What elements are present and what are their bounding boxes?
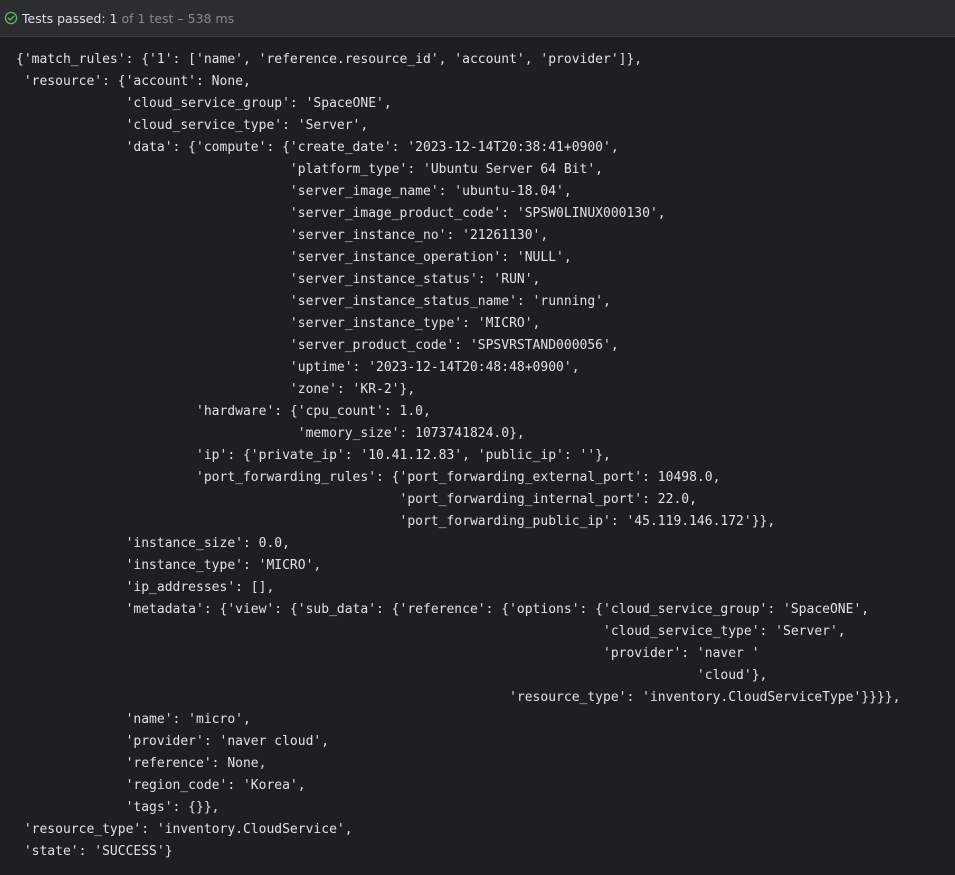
output-line: 'provider': 'naver ' bbox=[16, 646, 760, 661]
output-line: 'tags': {}}, bbox=[16, 800, 220, 815]
output-line: 'server_instance_operation': 'NULL', bbox=[16, 250, 572, 265]
output-line: 'server_image_name': 'ubuntu-18.04', bbox=[16, 184, 572, 199]
output-line: 'region_code': 'Korea', bbox=[16, 778, 306, 793]
console-output: {'match_rules': {'1': ['name', 'referenc… bbox=[16, 49, 900, 863]
output-line: 'resource_type': 'inventory.CloudService… bbox=[16, 822, 353, 837]
output-line: 'zone': 'KR-2'}, bbox=[16, 382, 416, 397]
output-line: 'cloud_service_group': 'SpaceONE', bbox=[16, 96, 392, 111]
output-line: 'uptime': '2023-12-14T20:48:48+0900', bbox=[16, 360, 580, 375]
output-line: 'ip_addresses': [], bbox=[16, 580, 275, 595]
passed-count: 1 bbox=[109, 10, 118, 26]
output-line: 'server_instance_status': 'RUN', bbox=[16, 272, 541, 287]
output-line: 'hardware': {'cpu_count': 1.0, bbox=[16, 404, 431, 419]
output-line: 'memory_size': 1073741824.0}, bbox=[16, 426, 525, 441]
output-line: 'server_image_product_code': 'SPSW0LINUX… bbox=[16, 206, 666, 221]
output-line: 'platform_type': 'Ubuntu Server 64 Bit', bbox=[16, 162, 603, 177]
output-line: {'match_rules': {'1': ['name', 'referenc… bbox=[16, 52, 643, 67]
test-status-bar: Tests passed: 1 of 1 test – 538 ms bbox=[0, 0, 955, 37]
output-line: 'port_forwarding_public_ip': '45.119.146… bbox=[16, 514, 776, 529]
test-output-panel: Tests passed: 1 of 1 test – 538 ms {'mat… bbox=[0, 0, 955, 875]
test-total: of 1 test bbox=[121, 10, 174, 26]
check-circle-icon bbox=[4, 11, 18, 25]
output-line: 'provider': 'naver cloud', bbox=[16, 734, 330, 749]
output-line: 'server_instance_type': 'MICRO', bbox=[16, 316, 541, 331]
output-line: 'reference': None, bbox=[16, 756, 267, 771]
output-line: 'resource': {'account': None, bbox=[16, 74, 251, 89]
output-line: 'server_instance_no': '21261130', bbox=[16, 228, 549, 243]
output-line: 'data': {'compute': {'create_date': '202… bbox=[16, 140, 619, 155]
output-line: 'server_product_code': 'SPSVRSTAND000056… bbox=[16, 338, 619, 353]
status-label: Tests passed: bbox=[22, 10, 106, 26]
output-line: 'ip': {'private_ip': '10.41.12.83', 'pub… bbox=[16, 448, 611, 463]
output-line: 'cloud_service_type': 'Server', bbox=[16, 118, 369, 133]
output-line: 'state': 'SUCCESS'} bbox=[16, 844, 173, 859]
output-line: 'name': 'micro', bbox=[16, 712, 251, 727]
output-line: 'cloud_service_type': 'Server', bbox=[16, 624, 846, 639]
output-line: 'port_forwarding_rules': {'port_forwardi… bbox=[16, 470, 721, 485]
output-line: 'instance_size': 0.0, bbox=[16, 536, 290, 551]
test-duration: – 538 ms bbox=[177, 10, 235, 26]
output-line: 'server_instance_status_name': 'running'… bbox=[16, 294, 611, 309]
output-line: 'resource_type': 'inventory.CloudService… bbox=[16, 690, 901, 705]
output-line: 'port_forwarding_internal_port': 22.0, bbox=[16, 492, 697, 507]
output-line: 'metadata': {'view': {'sub_data': {'refe… bbox=[16, 602, 870, 617]
output-line: 'cloud'}, bbox=[16, 668, 768, 683]
output-line: 'instance_type': 'MICRO', bbox=[16, 558, 322, 573]
